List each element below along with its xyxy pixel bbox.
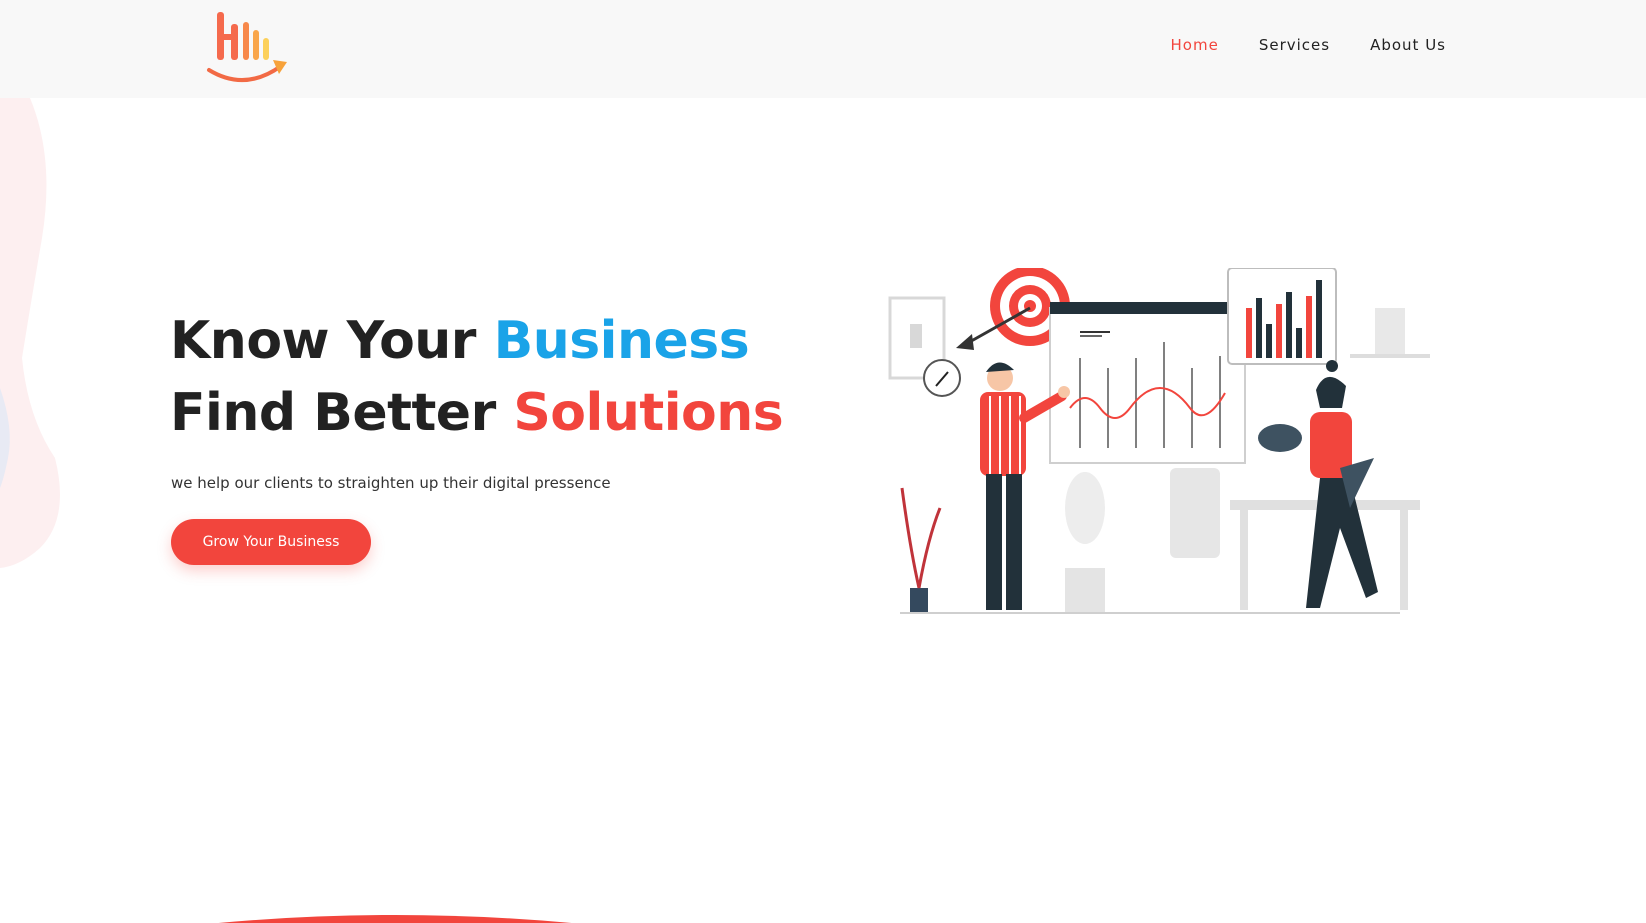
decorative-blob — [0, 98, 60, 568]
business-analytics-illustration — [888, 268, 1430, 614]
hero-heading-highlight-business: Business — [493, 311, 750, 371]
site-header: Home Services About Us — [0, 0, 1646, 98]
nav-services-link[interactable]: Services — [1259, 36, 1330, 54]
nav-about-link[interactable]: About Us — [1370, 36, 1446, 54]
hero-heading-line-1: Know Your Business — [170, 305, 783, 377]
hero-heading-line-2-prefix: Find Better — [170, 383, 496, 443]
hero-heading-highlight-solutions: Solutions — [513, 383, 784, 443]
landing-page: Home Services About Us Know Your Busines… — [0, 0, 1646, 923]
grow-your-business-button[interactable]: Grow Your Business — [171, 519, 371, 565]
main-nav: Home Services About Us — [1171, 36, 1446, 54]
nav-home-link[interactable]: Home — [1171, 36, 1219, 54]
hero-heading-line-2: Find Better Solutions — [170, 377, 784, 449]
hero-subtitle: we help our clients to straighten up the… — [171, 474, 611, 492]
brand-logo-icon[interactable] — [205, 8, 295, 90]
hero-heading: Know Your Business Find Better Solutions — [170, 305, 784, 449]
hero-heading-line-1-prefix: Know Your — [170, 311, 476, 371]
decorative-arc — [218, 915, 572, 923]
